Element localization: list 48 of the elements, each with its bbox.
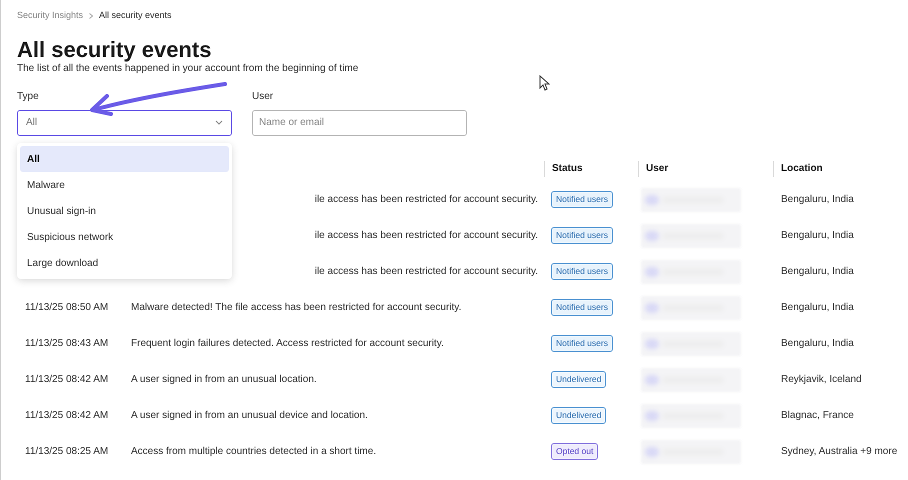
message-cell-text: A user signed in from an unusual device and location. [131,409,368,423]
location-cell: Reykjavik, Iceland [781,374,862,385]
field-label: User [252,90,274,104]
column-header: User [646,162,668,176]
status-badge: Undelivered [551,407,606,424]
dropdown-option[interactable]: Suspicious network [20,224,229,250]
location-cell: Bengaluru, India [781,338,854,349]
page-subtitle: The list of all the events happened in your account from the beginning of time [17,62,360,74]
time-cell: 11/13/25 08:42 AM [25,374,108,385]
location-cell: Sydney, Australia +9 more [781,446,898,457]
field-label: Type [17,90,40,104]
status-badge: Opted out [551,443,598,460]
message-cell-text: ile access has been restricted for account security. [314,229,538,243]
mouse-cursor-icon [539,75,550,91]
chevron-down-icon [215,120,223,125]
status-badge: Notified users [551,299,613,316]
location-cell: Bengaluru, India [781,266,854,277]
breadcrumb-item[interactable]: Security Insights [17,9,84,22]
message-cell-text: ile access has been restricted for account security. [314,265,538,279]
user-search-field[interactable]: Name or email [252,110,467,136]
time-cell: 11/13/25 08:50 AM [25,302,108,313]
column-header: Status [552,162,583,176]
status-badge: Notified users [551,191,613,208]
message-cell-text: Access from multiple countries detected in a short time. [131,445,376,459]
status-badge: Notified users [551,263,613,280]
message-cell-text: ile access has been restricted for account security. [314,193,538,207]
chevron-right-icon [89,12,94,19]
dropdown-option[interactable]: Unusual sign-in [20,198,229,224]
status-badge: Notified users [551,335,613,352]
status-badge: Undelivered [551,371,606,388]
time-cell: 11/13/25 08:42 AM [25,410,108,421]
status-badge: Notified users [551,227,613,244]
breadcrumb-item: All security events [99,9,172,22]
dropdown-option[interactable]: All [20,146,229,172]
dropdown-option[interactable]: Malware [20,172,229,198]
time-cell: 11/13/25 08:25 AM [25,446,108,457]
message-cell-text: Malware detected! The file access has been restricted for account security. [131,301,462,315]
page-title: All security events [17,36,212,62]
column-header: Location [781,162,823,176]
time-cell: 11/13/25 08:43 AM [25,338,108,349]
message-cell-text: A user signed in from an unusual location. [131,373,317,387]
dropdown-option[interactable]: Large download [20,250,229,276]
message-cell-text: Frequent login failures detected. Access restricted for account security. [131,337,444,351]
location-cell: Bengaluru, India [781,230,854,241]
location-cell: Bengaluru, India [781,302,854,313]
type-dropdown[interactable]: All [17,110,232,136]
location-cell: Bengaluru, India [781,194,854,205]
location-cell: Blagnac, France [781,410,854,421]
